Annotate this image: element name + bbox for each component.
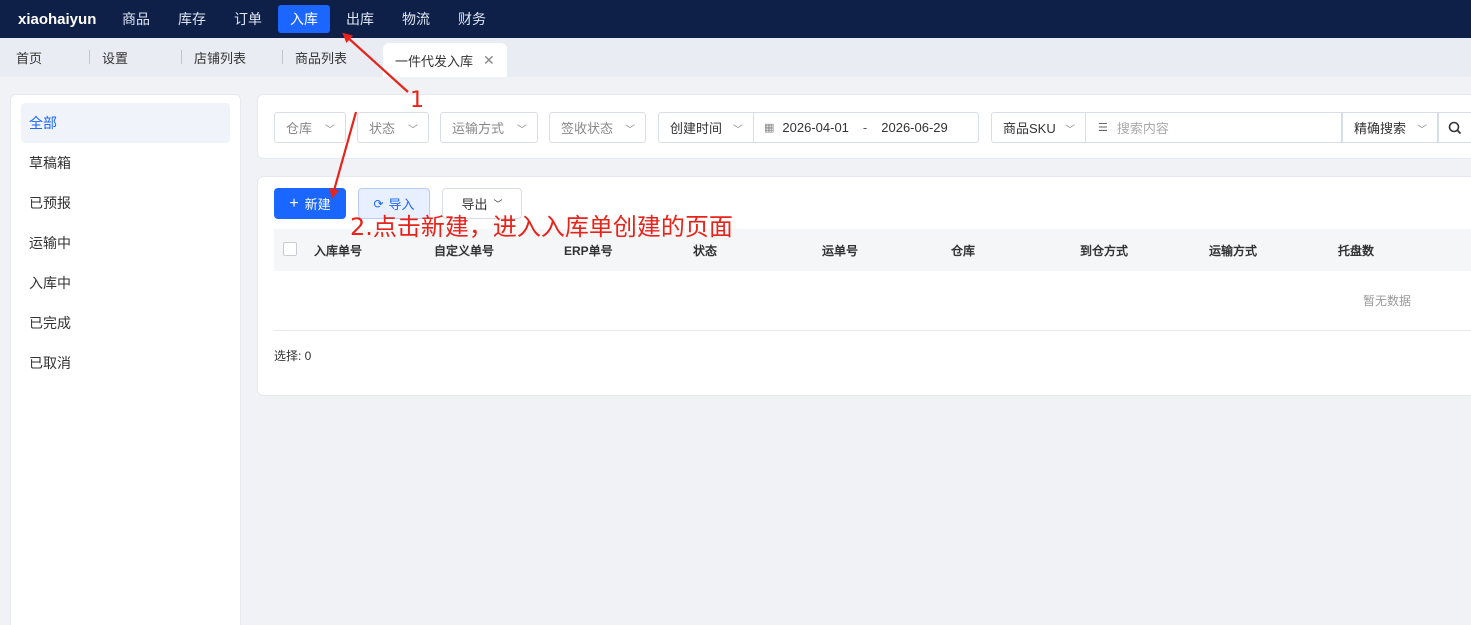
select-label: 商品SKU bbox=[1003, 121, 1056, 136]
sidebar-item-forecasted[interactable]: 已预报 bbox=[21, 183, 230, 223]
sidebar-item-drafts[interactable]: 草稿箱 bbox=[21, 143, 230, 183]
nav-item-inventory[interactable]: 库存 bbox=[166, 5, 218, 33]
sidebar-item-receiving[interactable]: 入库中 bbox=[21, 263, 230, 303]
sidebar-item-completed[interactable]: 已完成 bbox=[21, 303, 230, 343]
nav-item-inbound[interactable]: 入库 bbox=[278, 5, 330, 33]
column-header: 状态 bbox=[693, 244, 718, 258]
column-header: 入库单号 bbox=[314, 244, 363, 258]
filter-panel: 仓库 ﹀ 状态 ﹀ 运输方式 ﹀ 签收状态 ﹀ 创建时间 ﹀ ▦ 2026-04-01 -… bbox=[257, 94, 1471, 159]
annotation-step-2: 2.点击新建，进入入库单创建的页面 bbox=[350, 213, 733, 241]
tab-label: 一件代发入库 bbox=[395, 53, 474, 69]
column-header: ERP单号 bbox=[564, 244, 613, 258]
search-field-select[interactable]: 商品SKU ﹀ bbox=[991, 112, 1086, 143]
nav-item-orders[interactable]: 订单 bbox=[222, 5, 274, 33]
date-end[interactable]: 2026-06-29 bbox=[881, 120, 948, 135]
tab-store-list[interactable]: 店铺列表 bbox=[182, 38, 283, 77]
date-start[interactable]: 2026-04-01 bbox=[782, 120, 849, 135]
transport-select[interactable]: 运输方式 ﹀ bbox=[440, 112, 538, 143]
nav-item-logistics[interactable]: 物流 bbox=[390, 5, 442, 33]
status-select[interactable]: 状态 ﹀ bbox=[357, 112, 429, 143]
chevron-down-icon: ﹀ bbox=[408, 125, 418, 136]
select-label: 状态 bbox=[369, 121, 396, 136]
tab-home[interactable]: 首页 bbox=[0, 38, 90, 77]
brand-logo[interactable]: xiaohaiyun bbox=[18, 11, 110, 28]
search-icon bbox=[1448, 121, 1462, 134]
nav-item-outbound[interactable]: 出库 bbox=[334, 5, 386, 33]
select-label: 精确搜索 bbox=[1354, 121, 1407, 136]
sidebar-item-cancelled[interactable]: 已取消 bbox=[21, 343, 230, 383]
chevron-down-icon: ﹀ bbox=[1065, 125, 1075, 136]
nav-item-finance[interactable]: 财务 bbox=[446, 5, 498, 33]
calendar-icon: ▦ bbox=[764, 122, 775, 134]
tab-bar: 首页 设置 店铺列表 商品列表 一件代发入库 ✕ bbox=[0, 38, 1471, 77]
select-label: 签收状态 bbox=[561, 121, 614, 136]
tab-label: 设置 bbox=[102, 51, 129, 66]
warehouse-select[interactable]: 仓库 ﹀ bbox=[274, 112, 346, 143]
date-range-picker[interactable]: ▦ 2026-04-01 - 2026-06-29 bbox=[754, 112, 979, 143]
tab-dropship-inbound[interactable]: 一件代发入库 ✕ bbox=[383, 43, 507, 77]
empty-state: 暂无数据 bbox=[1363, 294, 1412, 308]
column-header: 运单号 bbox=[822, 244, 859, 258]
chevron-down-icon: ﹀ bbox=[1417, 125, 1427, 136]
search-mode-select[interactable]: 精确搜索 ﹀ bbox=[1342, 112, 1438, 143]
sign-status-select[interactable]: 签收状态 ﹀ bbox=[549, 112, 646, 143]
tab-label: 首页 bbox=[16, 51, 43, 66]
search-input[interactable]: ☰ 搜索内容 bbox=[1086, 112, 1342, 143]
search-placeholder: 搜索内容 bbox=[1116, 121, 1169, 136]
search-list-icon: ☰ bbox=[1098, 122, 1108, 134]
select-label: 创建时间 bbox=[670, 121, 723, 136]
nav-item-products[interactable]: 商品 bbox=[110, 5, 162, 33]
plus-icon: + bbox=[289, 194, 299, 212]
date-type-select[interactable]: 创建时间 ﹀ bbox=[658, 112, 754, 143]
chevron-down-icon: ﹀ bbox=[733, 125, 743, 136]
search-button[interactable] bbox=[1438, 112, 1471, 143]
select-all-checkbox[interactable] bbox=[283, 242, 297, 256]
status-sidebar: 全部 草稿箱 已预报 运输中 入库中 已完成 已取消 bbox=[10, 94, 241, 625]
tab-product-list[interactable]: 商品列表 bbox=[283, 38, 383, 77]
tab-settings[interactable]: 设置 bbox=[90, 38, 182, 77]
column-header: 自定义单号 bbox=[434, 244, 495, 258]
tab-label: 店铺列表 bbox=[194, 51, 247, 66]
annotation-step-1: 1 bbox=[410, 88, 424, 113]
sidebar-item-in-transit[interactable]: 运输中 bbox=[21, 223, 230, 263]
column-header: 运输方式 bbox=[1209, 244, 1258, 258]
date-separator: - bbox=[862, 120, 868, 135]
close-icon[interactable]: ✕ bbox=[483, 52, 495, 69]
new-button-label: 新建 bbox=[304, 197, 331, 212]
select-label: 运输方式 bbox=[452, 121, 505, 136]
chevron-down-icon: ﹀ bbox=[625, 125, 635, 136]
chevron-down-icon: ﹀ bbox=[517, 125, 527, 136]
sidebar-item-all[interactable]: 全部 bbox=[21, 103, 230, 143]
selection-count: 选择: 0 bbox=[274, 349, 312, 363]
column-header: 仓库 bbox=[951, 244, 976, 258]
tab-label: 商品列表 bbox=[295, 51, 348, 66]
new-button[interactable]: + 新建 bbox=[274, 188, 346, 219]
chevron-down-icon: ﹀ bbox=[325, 125, 335, 136]
top-navbar: xiaohaiyun 商品 库存 订单 入库 出库 物流 财务 bbox=[0, 0, 1471, 38]
column-header: 到仓方式 bbox=[1080, 244, 1129, 258]
table-divider bbox=[274, 330, 1471, 331]
select-label: 仓库 bbox=[286, 121, 313, 136]
column-header: 托盘数 bbox=[1338, 244, 1375, 258]
